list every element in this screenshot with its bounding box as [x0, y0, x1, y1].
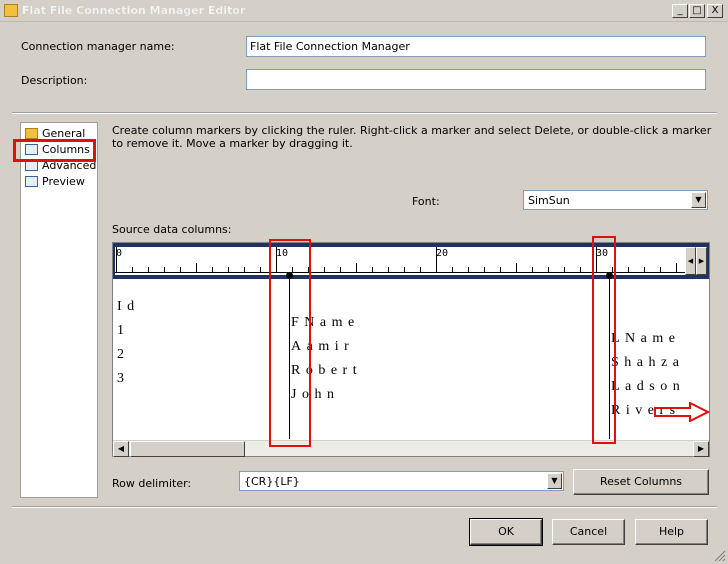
ruler-frame: 0 10 20 30 ◀ ▶	[113, 243, 709, 279]
ruler-tick	[564, 267, 565, 273]
data-row: 3 John Rivers	[117, 371, 681, 418]
resize-grip-icon[interactable]	[714, 550, 726, 562]
source-data-label: Source data columns:	[112, 223, 232, 236]
ruler-tick	[340, 267, 341, 273]
reset-columns-button[interactable]: Reset Columns	[573, 469, 709, 495]
ruler-tick	[452, 267, 453, 273]
horizontal-scrollbar[interactable]: ◀ ▶	[113, 440, 709, 457]
maximize-button[interactable]: □	[689, 4, 705, 18]
ruler-tick	[436, 247, 437, 273]
divider	[12, 506, 717, 508]
cancel-button[interactable]: Cancel	[552, 519, 625, 545]
general-icon	[25, 128, 38, 139]
divider	[12, 112, 717, 114]
ruler-tick	[148, 267, 149, 273]
minimize-button[interactable]: _	[672, 4, 688, 18]
font-select[interactable]: SimSun ▼	[523, 190, 708, 210]
chevron-down-icon[interactable]: ▼	[691, 192, 706, 208]
ruler-tick	[132, 267, 133, 273]
scroll-right-button[interactable]: ▶	[693, 441, 709, 457]
ruler-tick	[548, 267, 549, 273]
app-icon	[4, 4, 18, 17]
connection-name-input[interactable]	[246, 36, 706, 57]
scroll-left-button[interactable]: ◀	[113, 441, 129, 457]
close-button[interactable]: X	[707, 4, 723, 18]
ruler-tick	[228, 267, 229, 273]
help-button[interactable]: Help	[635, 519, 708, 545]
row-delimiter-select[interactable]: {CR}{LF} ▼	[239, 471, 564, 491]
source-data-panel: 0 10 20 30 ◀ ▶ Id FName LName 1 Aamir Sh…	[112, 242, 710, 457]
marker-highlight-box	[269, 239, 311, 447]
ruler-tick	[324, 267, 325, 273]
font-label: Font:	[412, 195, 440, 208]
window-title: Flat File Connection Manager Editor	[22, 4, 246, 17]
data-row: 2 Robert Ladson	[117, 347, 686, 394]
arrow-right-icon	[654, 402, 710, 422]
ok-button[interactable]: OK	[469, 518, 543, 546]
ruler-tick	[628, 267, 629, 273]
ruler-scroll-right-button[interactable]: ▶	[696, 247, 707, 275]
ruler-tick	[500, 267, 501, 273]
ruler-tick	[196, 263, 197, 273]
ruler-tick	[484, 267, 485, 273]
scroll-thumb[interactable]	[130, 441, 245, 457]
chevron-down-icon[interactable]: ▼	[547, 473, 562, 489]
ruler-tick	[676, 263, 677, 273]
ruler-tick	[580, 267, 581, 273]
description-label: Description:	[21, 74, 88, 87]
instructions-text: Create column markers by clicking the ru…	[112, 124, 712, 150]
ruler-tick	[404, 267, 405, 273]
ruler-tick	[372, 267, 373, 273]
ruler-tick	[468, 267, 469, 273]
ruler-tick	[116, 247, 117, 273]
ruler-tick	[356, 263, 357, 273]
title-bar: Flat File Connection Manager Editor _ □ …	[0, 0, 728, 22]
ruler-tick	[516, 263, 517, 273]
ruler-tick	[644, 267, 645, 273]
columns-highlight-box	[13, 139, 96, 162]
data-row: Id FName LName	[117, 299, 681, 346]
ruler-tick	[660, 267, 661, 273]
ruler-tick	[260, 267, 261, 273]
ruler-tick	[532, 267, 533, 273]
description-input[interactable]	[246, 69, 706, 90]
page-navigation: General Columns Advanced Preview	[20, 122, 98, 498]
nav-item-preview[interactable]: Preview	[25, 175, 85, 191]
ruler-tick	[388, 267, 389, 273]
ruler-tick	[244, 267, 245, 273]
row-delimiter-label: Row delimiter:	[112, 477, 192, 490]
ruler-tick	[420, 267, 421, 273]
data-row: 1 Aamir Shahza	[117, 323, 685, 370]
preview-icon	[25, 176, 38, 187]
ruler-tick	[180, 267, 181, 273]
ruler-tick	[212, 267, 213, 273]
ruler-tick	[164, 267, 165, 273]
ruler-scroll-left-button[interactable]: ◀	[685, 247, 696, 275]
marker-highlight-box	[592, 236, 616, 444]
connection-name-label: Connection manager name:	[21, 40, 175, 53]
ruler-number: 20	[436, 248, 449, 259]
